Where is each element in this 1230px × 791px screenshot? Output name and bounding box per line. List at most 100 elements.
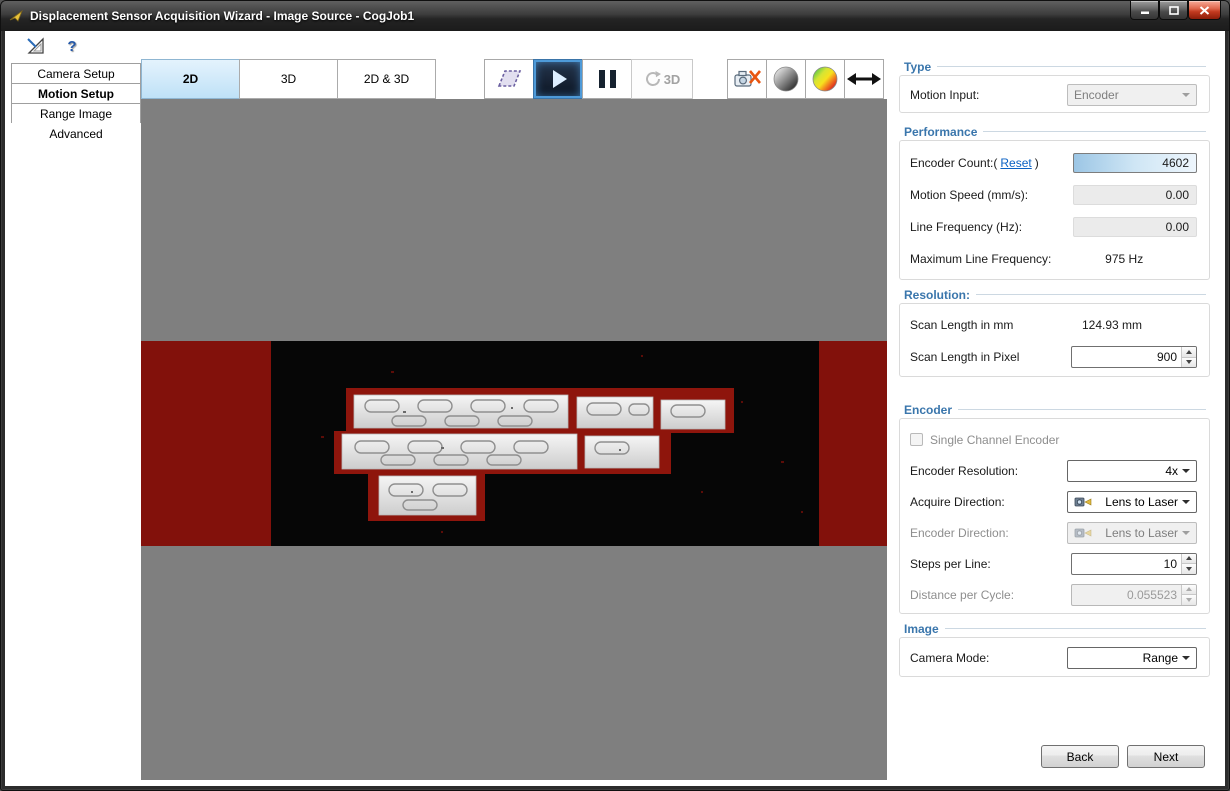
spin-up-icon — [1186, 556, 1192, 560]
spin-down-icon — [1186, 567, 1192, 571]
titlebar[interactable]: Displacement Sensor Acquisition Wizard -… — [1, 1, 1229, 31]
calibration-tool-icon[interactable] — [25, 35, 47, 57]
type-section-box: Motion Input: Encoder — [899, 75, 1210, 113]
motion-input-label: Motion Input: — [910, 88, 979, 102]
encoder-resolution-label: Encoder Resolution: — [910, 464, 1018, 478]
sidebar-item-camera-setup[interactable]: Camera Setup — [11, 63, 141, 84]
acquire-direction-select[interactable]: Lens to Laser — [1067, 491, 1197, 513]
motion-speed-label: Motion Speed (mm/s): — [910, 188, 1028, 202]
viewer-toolbar: 2D 3D 2D & 3D — [141, 59, 887, 99]
spin-down-button[interactable] — [1182, 563, 1196, 574]
viewer-canvas[interactable] — [141, 99, 887, 780]
grayscale-render-button[interactable] — [766, 59, 806, 99]
tab-2d-and-3d[interactable]: 2D & 3D — [337, 59, 436, 99]
steps-per-line-label: Steps per Line: — [910, 557, 991, 571]
max-line-frequency-value: 975 Hz — [1051, 252, 1197, 266]
section-header-type: Type — [904, 59, 1206, 74]
lens-to-laser-icon — [1074, 527, 1092, 539]
fit-width-button[interactable] — [844, 59, 884, 99]
wizard-steps-nav: Camera Setup Motion Setup Range Image Ad… — [11, 63, 141, 144]
acquire-direction-label: Acquire Direction: — [910, 495, 1005, 509]
line-frequency-label: Line Frequency (Hz): — [910, 220, 1022, 234]
resolution-section-box: Scan Length in mm 124.93 mm Scan Length … — [899, 303, 1210, 377]
close-icon — [1199, 6, 1210, 15]
display-buttons — [727, 59, 884, 99]
pause-button[interactable] — [582, 59, 632, 99]
play-button[interactable] — [533, 59, 583, 99]
minimize-icon — [1140, 6, 1150, 15]
camera-x-icon — [733, 67, 761, 91]
max-line-frequency-label: Maximum Line Frequency: — [910, 252, 1051, 266]
view-mode-tabs: 2D 3D 2D & 3D — [141, 59, 436, 99]
acquisition-buttons: 3D — [484, 59, 693, 99]
settings-panel: Type Motion Input: Encoder Performance E… — [894, 31, 1216, 786]
close-button[interactable] — [1188, 1, 1221, 20]
scan-length-pixel-stepper[interactable] — [1071, 346, 1197, 368]
wizard-window: Displacement Sensor Acquisition Wizard -… — [0, 0, 1230, 791]
horizontal-arrows-icon — [847, 72, 881, 86]
spin-up-button[interactable] — [1182, 554, 1196, 564]
spin-up-icon — [1186, 350, 1192, 354]
encoder-resolution-select[interactable]: 4x — [1067, 460, 1197, 482]
section-header-resolution: Resolution: — [904, 287, 1206, 302]
sidebar-item-advanced[interactable]: Advanced — [11, 123, 141, 144]
chevron-down-icon — [1182, 500, 1190, 504]
reset-encoder-count-link[interactable]: Reset — [1000, 156, 1031, 170]
single-channel-encoder-label: Single Channel Encoder — [930, 433, 1059, 447]
line-frequency-field: 0.00 — [1073, 217, 1197, 237]
spin-up-icon — [1186, 587, 1192, 591]
pause-icon — [599, 70, 605, 88]
refresh-3d-button: 3D — [631, 59, 693, 99]
motion-input-select: Encoder — [1067, 84, 1197, 106]
image-section-box: Camera Mode: Range — [899, 637, 1210, 677]
grayscale-sphere-icon — [772, 65, 800, 93]
play-icon — [553, 70, 567, 88]
lens-to-laser-icon — [1074, 496, 1092, 508]
single-channel-encoder-checkbox — [910, 433, 923, 446]
next-button[interactable]: Next — [1127, 745, 1205, 768]
chevron-down-icon — [1182, 93, 1190, 97]
performance-section-box: Encoder Count:(Reset) 4602 Motion Speed … — [899, 140, 1210, 280]
section-header-performance: Performance — [904, 124, 1206, 139]
steps-per-line-input[interactable] — [1072, 554, 1181, 574]
help-icon[interactable]: ? — [61, 35, 83, 57]
encoder-direction-select: Lens to Laser — [1067, 522, 1197, 544]
range-scan-image — [141, 341, 887, 546]
camera-off-button[interactable] — [727, 59, 767, 99]
encoder-count-field: 4602 — [1073, 153, 1197, 173]
encoder-section-box: Single Channel Encoder Encoder Resolutio… — [899, 418, 1210, 614]
section-header-image: Image — [904, 621, 1206, 636]
spin-up-button[interactable] — [1182, 347, 1196, 357]
spin-up-button — [1182, 585, 1196, 595]
tab-2d[interactable]: 2D — [141, 59, 240, 99]
sidebar-item-motion-setup[interactable]: Motion Setup — [11, 83, 141, 104]
back-button[interactable]: Back — [1041, 745, 1119, 768]
camera-mode-select[interactable]: Range — [1067, 647, 1197, 669]
window-title: Displacement Sensor Acquisition Wizard -… — [30, 9, 414, 23]
maximize-icon — [1169, 6, 1179, 15]
scan-length-mm-label: Scan Length in mm — [910, 318, 1013, 332]
maximize-button[interactable] — [1159, 1, 1188, 20]
encoder-direction-label: Encoder Direction: — [910, 526, 1009, 540]
circular-arrow-icon — [644, 70, 662, 88]
distance-per-cycle-label: Distance per Cycle: — [910, 588, 1014, 602]
roi-select-button[interactable] — [484, 59, 534, 99]
distance-per-cycle-input — [1072, 585, 1181, 605]
quick-toolbar: ? — [25, 34, 83, 58]
spin-down-icon — [1186, 598, 1192, 602]
color-render-button[interactable] — [805, 59, 845, 99]
app-icon — [9, 9, 24, 23]
camera-mode-label: Camera Mode: — [910, 651, 989, 665]
encoder-count-label: Encoder Count:(Reset) — [910, 156, 1039, 170]
spin-down-button — [1182, 594, 1196, 605]
spin-down-button[interactable] — [1182, 357, 1196, 368]
scan-length-pixel-input[interactable] — [1072, 347, 1181, 367]
scan-length-mm-value: 124.93 mm — [1027, 318, 1197, 332]
motion-speed-field: 0.00 — [1073, 185, 1197, 205]
steps-per-line-stepper[interactable] — [1071, 553, 1197, 575]
client-area: ? Camera Setup Motion Setup Range Image … — [5, 31, 1225, 786]
minimize-button[interactable] — [1130, 1, 1159, 20]
wizard-footer: Back Next — [1041, 745, 1205, 768]
sidebar-item-range-image[interactable]: Range Image — [11, 103, 141, 124]
tab-3d[interactable]: 3D — [239, 59, 338, 99]
